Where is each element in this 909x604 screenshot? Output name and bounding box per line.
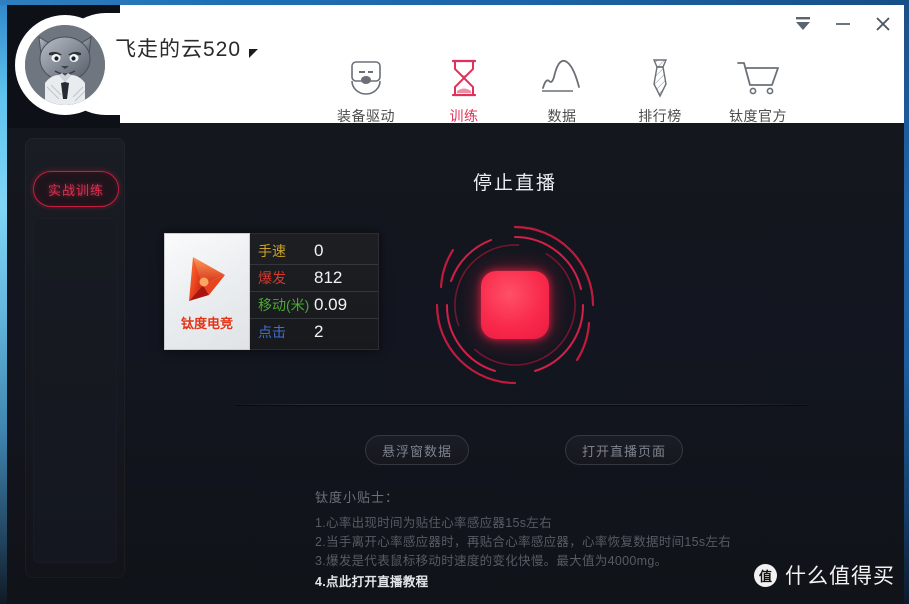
- stat-value: 0.09: [314, 294, 348, 314]
- button-label: 悬浮窗数据: [381, 443, 452, 459]
- watermark-text: 什么值得买: [785, 565, 895, 588]
- desktop-edge-right: [904, 0, 909, 604]
- tips-section: 钛度小贴士： 1.心率出现时间为贴住心率感应器15s左右 2.当手离开心率感应器…: [315, 488, 785, 592]
- stat-label: 手速: [258, 242, 286, 259]
- nav-label: 钛度官方: [729, 108, 787, 124]
- necktie-icon: [639, 57, 681, 99]
- window-controls: [792, 13, 894, 35]
- stats-list: 手速 0 爆发 812 移动(米) 0.09 点击 2: [250, 233, 379, 350]
- tips-heading: 钛度小贴士：: [315, 490, 400, 505]
- mouse-device-icon: [345, 57, 387, 99]
- brand-logo: 钛度电竞: [164, 233, 250, 350]
- nav-item-data[interactable]: 数据: [513, 57, 611, 126]
- tips-line: 3.爆发是代表鼠标移动时速度的变化快慢。最大值为4000mg。: [315, 554, 668, 568]
- stat-label: 点击: [258, 324, 286, 340]
- sidebar-item-combat-training[interactable]: 实战训练: [33, 171, 119, 207]
- stat-label: 移动(米): [258, 296, 310, 313]
- button-label: 打开直播页面: [581, 443, 666, 459]
- nav-item-device-driver[interactable]: 装备驱动: [317, 57, 415, 126]
- nav-label: 装备驱动: [337, 108, 395, 124]
- nav-label: 排行榜: [638, 108, 682, 124]
- taidu-logo-icon: [179, 251, 235, 309]
- app-header: 飞走的云520 装备驱动 训练 数据 排行榜 钛度官方: [0, 0, 909, 128]
- collapse-arrow-icon[interactable]: [792, 13, 814, 35]
- shopping-cart-icon: [734, 57, 782, 99]
- nav-label: 训练: [449, 108, 479, 124]
- stop-live-square-icon[interactable]: [481, 271, 549, 339]
- app-body: 实战训练 钛度电竞 手速 0 爆发 812 移动(米) 0.09 点击 2 停止…: [7, 123, 904, 599]
- stat-row: 移动(米) 0.09: [250, 292, 378, 319]
- stat-row: 点击 2: [250, 319, 378, 346]
- sidebar-panel: [33, 218, 117, 563]
- close-icon[interactable]: [872, 13, 894, 35]
- line-chart-icon: [539, 57, 585, 99]
- stat-row: 爆发 812: [250, 265, 378, 292]
- tips-line: 2.当手离开心率感应器时，再贴合心率感应器，心率恢复数据时间15s左右: [315, 535, 732, 549]
- nav-item-official-store[interactable]: 钛度官方: [709, 57, 807, 126]
- nav-item-leaderboard[interactable]: 排行榜: [611, 57, 709, 126]
- user-menu-caret-icon[interactable]: [249, 49, 259, 58]
- live-control: 停止直播: [405, 168, 625, 433]
- main-nav: 装备驱动 训练 数据 排行榜 钛度官方: [317, 57, 807, 126]
- avatar[interactable]: [19, 19, 111, 111]
- section-divider-shadow: [235, 405, 807, 406]
- minimize-icon[interactable]: [832, 13, 854, 35]
- stat-value: 2: [314, 322, 324, 341]
- sidebar-item-label: 实战训练: [47, 182, 104, 198]
- tips-line: 1.心率出现时间为贴住心率感应器15s左右: [315, 516, 552, 530]
- floating-window-data-button[interactable]: 悬浮窗数据: [365, 435, 469, 465]
- stat-row: 手速 0: [250, 238, 378, 265]
- nav-label: 数据: [547, 108, 577, 124]
- sidebar: 实战训练: [25, 138, 125, 578]
- nav-item-training[interactable]: 训练: [415, 57, 513, 126]
- tips-tutorial-link[interactable]: 4.点此打开直播教程: [315, 573, 785, 592]
- stat-label: 爆发: [258, 269, 286, 286]
- watermark: 值 什么值得买: [754, 560, 895, 590]
- desktop-edge-left: [0, 0, 7, 604]
- desktop-edge-top: [0, 0, 909, 5]
- stats-card: 钛度电竞 手速 0 爆发 812 移动(米) 0.09 点击 2: [164, 233, 379, 350]
- stat-value: 812: [314, 267, 343, 287]
- stat-value: 0: [314, 240, 324, 260]
- watermark-badge-icon: 值: [754, 563, 777, 587]
- application-window: 飞走的云520 装备驱动 训练 数据 排行榜 钛度官方 实战训练 钛度电竞 手速…: [0, 0, 909, 604]
- open-live-page-button[interactable]: 打开直播页面: [565, 435, 683, 465]
- avatar-image: [25, 25, 105, 105]
- hourglass-icon: [443, 57, 485, 99]
- live-status-title: 停止直播: [472, 173, 557, 194]
- page-title[interactable]: 飞走的云520: [115, 33, 259, 63]
- action-buttons: 悬浮窗数据 打开直播页面: [235, 435, 807, 465]
- username-label: 飞走的云520: [115, 38, 242, 61]
- brand-logo-text: 钛度电竞: [180, 316, 233, 331]
- stop-live-button[interactable]: [425, 215, 605, 395]
